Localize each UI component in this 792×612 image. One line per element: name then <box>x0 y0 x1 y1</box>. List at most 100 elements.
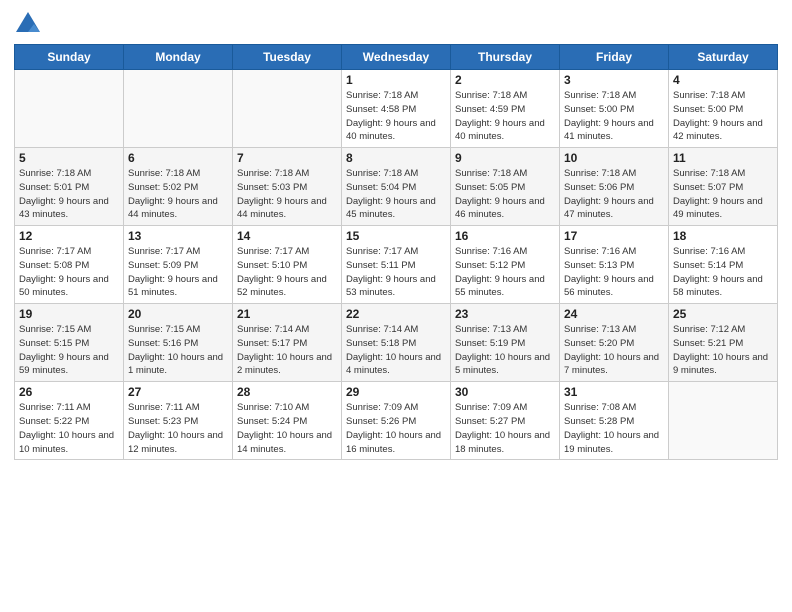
day-info: Sunrise: 7:16 AM Sunset: 5:12 PM Dayligh… <box>455 245 555 300</box>
calendar-cell: 21 Sunrise: 7:14 AM Sunset: 5:17 PM Dayli… <box>233 304 342 382</box>
day-number: 21 <box>237 307 337 321</box>
day-info: Sunrise: 7:14 AM Sunset: 5:18 PM Dayligh… <box>346 323 446 378</box>
day-number: 16 <box>455 229 555 243</box>
calendar-cell: 26 Sunrise: 7:11 AM Sunset: 5:22 PM Dayli… <box>15 382 124 460</box>
calendar-cell: 12 Sunrise: 7:17 AM Sunset: 5:08 PM Dayli… <box>15 226 124 304</box>
day-number: 29 <box>346 385 446 399</box>
calendar-cell: 6 Sunrise: 7:18 AM Sunset: 5:02 PM Daylig… <box>124 148 233 226</box>
day-number: 23 <box>455 307 555 321</box>
calendar-cell: 5Sunrise: 7:18 AM Sunset: 5:01 PM Daylig… <box>15 148 124 226</box>
calendar-week-row: 12 Sunrise: 7:17 AM Sunset: 5:08 PM Dayli… <box>15 226 778 304</box>
day-info: Sunrise: 7:08 AM Sunset: 5:28 PM Dayligh… <box>564 401 664 456</box>
day-info: Sunrise: 7:17 AM Sunset: 5:10 PM Dayligh… <box>237 245 337 300</box>
day-number: 20 <box>128 307 228 321</box>
weekday-header: Sunday <box>15 45 124 70</box>
day-number: 22 <box>346 307 446 321</box>
day-number: 15 <box>346 229 446 243</box>
day-info: Sunrise: 7:18 AM Sunset: 5:00 PM Dayligh… <box>564 89 664 144</box>
day-number: 26 <box>19 385 119 399</box>
calendar-cell: 27Sunrise: 7:11 AM Sunset: 5:23 PM Dayli… <box>124 382 233 460</box>
calendar-cell <box>669 382 778 460</box>
day-info: Sunrise: 7:18 AM Sunset: 4:58 PM Dayligh… <box>346 89 446 144</box>
day-info: Sunrise: 7:18 AM Sunset: 5:07 PM Dayligh… <box>673 167 773 222</box>
day-info: Sunrise: 7:18 AM Sunset: 4:59 PM Dayligh… <box>455 89 555 144</box>
day-info: Sunrise: 7:17 AM Sunset: 5:09 PM Dayligh… <box>128 245 228 300</box>
calendar-cell: 18 Sunrise: 7:16 AM Sunset: 5:14 PM Dayli… <box>669 226 778 304</box>
day-number: 5 <box>19 151 119 165</box>
calendar-cell: 10 Sunrise: 7:18 AM Sunset: 5:06 PM Dayli… <box>560 148 669 226</box>
calendar-cell: 9Sunrise: 7:18 AM Sunset: 5:05 PM Daylig… <box>451 148 560 226</box>
calendar-cell <box>15 70 124 148</box>
day-info: Sunrise: 7:14 AM Sunset: 5:17 PM Dayligh… <box>237 323 337 378</box>
calendar-cell: 15 Sunrise: 7:17 AM Sunset: 5:11 PM Dayli… <box>342 226 451 304</box>
day-number: 6 <box>128 151 228 165</box>
day-number: 17 <box>564 229 664 243</box>
logo <box>14 10 46 38</box>
header <box>14 10 778 38</box>
day-number: 7 <box>237 151 337 165</box>
calendar-cell: 13 Sunrise: 7:17 AM Sunset: 5:09 PM Dayli… <box>124 226 233 304</box>
day-number: 12 <box>19 229 119 243</box>
calendar-cell <box>233 70 342 148</box>
calendar-cell: 19 Sunrise: 7:15 AM Sunset: 5:15 PM Dayli… <box>15 304 124 382</box>
day-info: Sunrise: 7:13 AM Sunset: 5:20 PM Dayligh… <box>564 323 664 378</box>
day-info: Sunrise: 7:17 AM Sunset: 5:11 PM Dayligh… <box>346 245 446 300</box>
day-info: Sunrise: 7:18 AM Sunset: 5:00 PM Dayligh… <box>673 89 773 144</box>
weekday-header: Monday <box>124 45 233 70</box>
day-info: Sunrise: 7:13 AM Sunset: 5:19 PM Dayligh… <box>455 323 555 378</box>
day-info: Sunrise: 7:18 AM Sunset: 5:04 PM Dayligh… <box>346 167 446 222</box>
day-number: 19 <box>19 307 119 321</box>
day-info: Sunrise: 7:17 AM Sunset: 5:08 PM Dayligh… <box>19 245 119 300</box>
calendar-week-row: 26 Sunrise: 7:11 AM Sunset: 5:22 PM Dayli… <box>15 382 778 460</box>
weekday-header: Thursday <box>451 45 560 70</box>
calendar-cell: 2 Sunrise: 7:18 AM Sunset: 4:59 PM Daylig… <box>451 70 560 148</box>
calendar-cell: 1 Sunrise: 7:18 AM Sunset: 4:58 PM Daylig… <box>342 70 451 148</box>
calendar-cell: 28 Sunrise: 7:10 AM Sunset: 5:24 PM Dayli… <box>233 382 342 460</box>
day-info: Sunrise: 7:15 AM Sunset: 5:15 PM Dayligh… <box>19 323 119 378</box>
day-info: Sunrise: 7:18 AM Sunset: 5:02 PM Dayligh… <box>128 167 228 222</box>
day-info: Sunrise: 7:18 AM Sunset: 5:06 PM Dayligh… <box>564 167 664 222</box>
calendar-week-row: 19 Sunrise: 7:15 AM Sunset: 5:15 PM Dayli… <box>15 304 778 382</box>
day-info: Sunrise: 7:11 AM Sunset: 5:22 PM Dayligh… <box>19 401 119 456</box>
calendar-week-row: 5Sunrise: 7:18 AM Sunset: 5:01 PM Daylig… <box>15 148 778 226</box>
calendar-container: SundayMondayTuesdayWednesdayThursdayFrid… <box>0 0 792 468</box>
calendar-cell: 23 Sunrise: 7:13 AM Sunset: 5:19 PM Dayli… <box>451 304 560 382</box>
weekday-header: Friday <box>560 45 669 70</box>
day-number: 3 <box>564 73 664 87</box>
day-number: 10 <box>564 151 664 165</box>
day-info: Sunrise: 7:16 AM Sunset: 5:14 PM Dayligh… <box>673 245 773 300</box>
day-number: 2 <box>455 73 555 87</box>
day-number: 18 <box>673 229 773 243</box>
day-info: Sunrise: 7:09 AM Sunset: 5:26 PM Dayligh… <box>346 401 446 456</box>
calendar-table: SundayMondayTuesdayWednesdayThursdayFrid… <box>14 44 778 460</box>
logo-icon <box>14 10 42 38</box>
calendar-cell: 11Sunrise: 7:18 AM Sunset: 5:07 PM Dayli… <box>669 148 778 226</box>
calendar-cell: 29 Sunrise: 7:09 AM Sunset: 5:26 PM Dayli… <box>342 382 451 460</box>
day-info: Sunrise: 7:10 AM Sunset: 5:24 PM Dayligh… <box>237 401 337 456</box>
day-number: 24 <box>564 307 664 321</box>
day-number: 8 <box>346 151 446 165</box>
calendar-cell: 7 Sunrise: 7:18 AM Sunset: 5:03 PM Daylig… <box>233 148 342 226</box>
day-number: 31 <box>564 385 664 399</box>
calendar-cell: 8 Sunrise: 7:18 AM Sunset: 5:04 PM Daylig… <box>342 148 451 226</box>
weekday-header: Tuesday <box>233 45 342 70</box>
day-number: 25 <box>673 307 773 321</box>
calendar-cell: 17Sunrise: 7:16 AM Sunset: 5:13 PM Dayli… <box>560 226 669 304</box>
day-info: Sunrise: 7:18 AM Sunset: 5:03 PM Dayligh… <box>237 167 337 222</box>
calendar-cell: 3 Sunrise: 7:18 AM Sunset: 5:00 PM Daylig… <box>560 70 669 148</box>
day-number: 28 <box>237 385 337 399</box>
day-number: 30 <box>455 385 555 399</box>
weekday-header: Wednesday <box>342 45 451 70</box>
calendar-cell: 4 Sunrise: 7:18 AM Sunset: 5:00 PM Daylig… <box>669 70 778 148</box>
calendar-cell: 24 Sunrise: 7:13 AM Sunset: 5:20 PM Dayli… <box>560 304 669 382</box>
day-number: 1 <box>346 73 446 87</box>
day-number: 9 <box>455 151 555 165</box>
calendar-body: 1 Sunrise: 7:18 AM Sunset: 4:58 PM Daylig… <box>15 70 778 460</box>
calendar-cell: 16 Sunrise: 7:16 AM Sunset: 5:12 PM Dayli… <box>451 226 560 304</box>
day-number: 4 <box>673 73 773 87</box>
calendar-cell: 22 Sunrise: 7:14 AM Sunset: 5:18 PM Dayli… <box>342 304 451 382</box>
day-number: 13 <box>128 229 228 243</box>
weekday-header: Saturday <box>669 45 778 70</box>
day-info: Sunrise: 7:12 AM Sunset: 5:21 PM Dayligh… <box>673 323 773 378</box>
calendar-cell: 25 Sunrise: 7:12 AM Sunset: 5:21 PM Dayli… <box>669 304 778 382</box>
